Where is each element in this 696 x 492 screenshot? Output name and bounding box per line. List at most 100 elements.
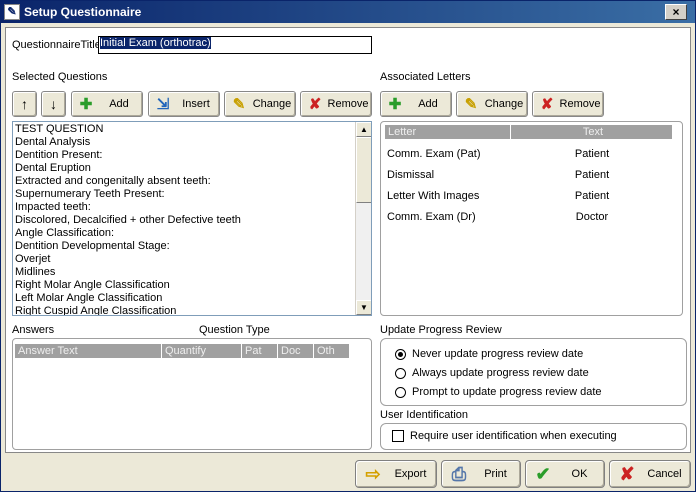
letter-row[interactable]: Letter With Images Patient (385, 186, 673, 207)
ok-button[interactable]: ✔ OK (525, 460, 605, 488)
letter-cell: Letter With Images (387, 190, 480, 202)
user-identification-group: Require user identification when executi… (380, 423, 687, 450)
letter-cell: Comm. Exam (Dr) (387, 211, 476, 223)
letters-grid-header: Letter Text (385, 125, 673, 139)
title-bar[interactable]: ✎ Setup Questionnaire × (1, 1, 695, 23)
column-header-quantify[interactable]: Quantify (162, 344, 242, 358)
progress-review-option[interactable]: Always update progress review date (395, 367, 589, 379)
question-list-item[interactable]: Dentition Developmental Stage: (13, 240, 371, 253)
checkbox-box[interactable] (392, 430, 404, 442)
letter-row[interactable]: Comm. Exam (Dr) Doctor (385, 207, 673, 228)
remove-x-icon: ✘ (540, 96, 554, 113)
insert-icon: ⇲ (156, 96, 170, 113)
print-label: Print (484, 468, 507, 480)
plus-icon: ✚ (79, 96, 93, 113)
add-question-label: Add (109, 98, 129, 110)
app-pencil-icon: ✎ (4, 4, 20, 20)
letter-row[interactable]: Dismissal Patient (385, 165, 673, 186)
require-user-identification-checkbox[interactable]: Require user identification when executi… (392, 430, 617, 442)
question-list-item[interactable]: Angle Classification: (13, 227, 371, 240)
scroll-down-arrow-icon[interactable]: ▼ (356, 300, 371, 315)
radio-button[interactable] (395, 386, 406, 398)
window-title: Setup Questionnaire (24, 5, 142, 19)
question-list-item[interactable]: Discolored, Decalcified + other Defectiv… (13, 214, 371, 227)
column-header-text[interactable]: Text (511, 125, 673, 139)
question-list-item[interactable]: Left Molar Angle Classification (13, 292, 371, 305)
cancel-label: Cancel (647, 468, 682, 480)
answers-label: Answers (12, 324, 55, 336)
radio-selected-dot (398, 351, 403, 357)
plus-icon: ✚ (388, 96, 402, 113)
progress-review-option-label: Prompt to update progress review date (412, 386, 602, 398)
cancel-button[interactable]: ✘ Cancel (609, 460, 691, 488)
text-cell: Patient (574, 148, 610, 160)
question-list-item[interactable]: Midlines (13, 266, 371, 279)
remove-letter-label: Remove (559, 98, 601, 110)
column-header-doc[interactable]: Doc (278, 344, 314, 358)
questionnaire-title-label: QuestionnaireTitle (12, 39, 101, 51)
question-list-item[interactable]: Dentition Present: (13, 149, 371, 162)
export-label: Export (394, 468, 427, 480)
user-identification-label: User Identification (380, 409, 469, 421)
text-cell: Patient (574, 190, 610, 202)
checkmark-icon: ✔ (535, 463, 551, 484)
remove-question-button[interactable]: ✘ Remove (300, 91, 372, 117)
remove-letter-button[interactable]: ✘ Remove (532, 91, 604, 117)
column-header-pat[interactable]: Pat (242, 344, 278, 358)
scroll-thumb[interactable] (356, 137, 371, 203)
close-button[interactable]: × (665, 4, 687, 20)
progress-review-option-label: Always update progress review date (412, 367, 589, 379)
insert-question-label: Insert (182, 98, 210, 110)
question-list-item[interactable]: Right Molar Angle Classification (13, 279, 371, 292)
radio-button[interactable] (395, 348, 406, 360)
update-progress-review-group: Never update progress review date Always … (380, 338, 687, 406)
scroll-up-arrow-icon[interactable]: ▲ (356, 122, 371, 137)
change-letter-button[interactable]: ✎ Change (456, 91, 528, 117)
selected-questions-list[interactable]: TEST QUESTION Dental Analysis Dentition Pr… (12, 121, 372, 316)
cancel-x-icon: ✘ (619, 463, 635, 484)
move-down-button[interactable]: ↓ (41, 91, 66, 117)
question-list-item[interactable]: Extracted and congenitally absent teeth: (13, 175, 371, 188)
text-cell: Patient (574, 169, 610, 181)
question-list-item[interactable]: Right Cuspid Angle Classification (13, 305, 371, 315)
question-list-item[interactable]: Dental Analysis (13, 136, 371, 149)
answers-grid[interactable]: Answer Text Quantify Pat Doc Oth (12, 338, 372, 450)
letter-row[interactable]: Comm. Exam (Pat) Patient (385, 144, 673, 165)
column-header-letter[interactable]: Letter (385, 125, 511, 139)
add-letter-button[interactable]: ✚ Add (380, 91, 452, 117)
associated-letters-grid[interactable]: Letter Text Comm. Exam (Pat) Patient Dismi… (380, 121, 683, 316)
change-letter-label: Change (484, 98, 524, 110)
print-button[interactable]: ⎙ Print (441, 460, 521, 488)
question-list-item[interactable]: Overjet (13, 253, 371, 266)
question-list-item[interactable]: Supernumerary Teeth Present: (13, 188, 371, 201)
setup-questionnaire-window: ✎ Setup Questionnaire × QuestionnaireTit… (0, 0, 696, 492)
pencil-icon: ✎ (464, 96, 478, 113)
printer-icon: ⎙ (451, 463, 467, 484)
column-header-answer-text[interactable]: Answer Text (15, 344, 162, 358)
remove-question-label: Remove (327, 98, 369, 110)
arrow-up-icon: ↑ (21, 96, 28, 112)
associated-letters-label: Associated Letters (380, 71, 471, 83)
insert-question-button[interactable]: ⇲ Insert (148, 91, 220, 117)
add-letter-label: Add (418, 98, 438, 110)
progress-review-option-label: Never update progress review date (412, 348, 584, 360)
export-button[interactable]: ⇨ Export (355, 460, 437, 488)
question-list-item[interactable]: Dental Eruption (13, 162, 371, 175)
require-user-identification-label: Require user identification when executi… (410, 430, 617, 442)
move-up-button[interactable]: ↑ (12, 91, 37, 117)
change-question-button[interactable]: ✎ Change (224, 91, 296, 117)
text-cell: Doctor (575, 211, 609, 223)
update-progress-review-label: Update Progress Review (380, 324, 502, 336)
progress-review-option[interactable]: Prompt to update progress review date (395, 386, 602, 398)
question-list-item[interactable]: Impacted teeth: (13, 201, 371, 214)
question-type-label: Question Type (199, 324, 270, 336)
questionnaire-title-value: Initial Exam (orthotrac) (100, 37, 211, 49)
progress-review-option[interactable]: Never update progress review date (395, 348, 583, 360)
radio-button[interactable] (395, 367, 406, 379)
questions-scrollbar[interactable]: ▲ ▼ (355, 122, 371, 315)
change-question-label: Change (252, 98, 292, 110)
question-list-item[interactable]: TEST QUESTION (13, 123, 371, 136)
add-question-button[interactable]: ✚ Add (71, 91, 143, 117)
questionnaire-title-input[interactable]: Initial Exam (orthotrac) (98, 36, 372, 54)
column-header-oth[interactable]: Oth (314, 344, 350, 358)
